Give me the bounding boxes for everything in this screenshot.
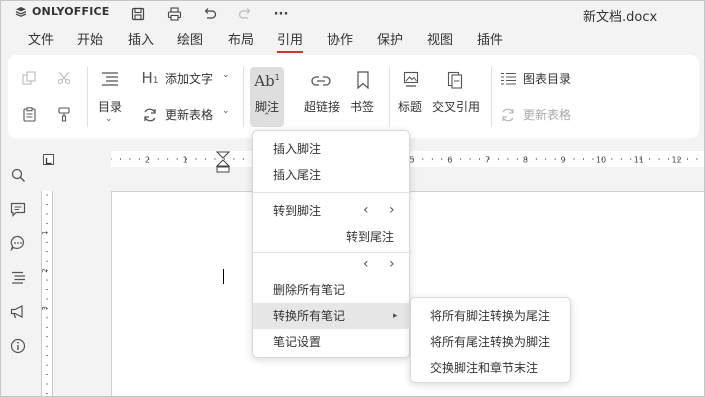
- ruler-tick-label: 10: [596, 156, 606, 165]
- ribbon-separator: [87, 67, 88, 127]
- ruler-tick-label: 12: [672, 156, 682, 165]
- insert-endnote-item[interactable]: 插入尾注: [253, 162, 411, 188]
- update-table-button[interactable]: 更新表格: [165, 106, 213, 123]
- add-text-caret-icon[interactable]: ⌄: [222, 70, 230, 80]
- tab-collaboration[interactable]: 协作: [327, 29, 353, 48]
- table-of-figures-button[interactable]: 图表目录: [523, 70, 571, 87]
- ribbon-separator: [243, 67, 244, 127]
- vertical-ruler[interactable]: 1 2 3: [41, 191, 53, 396]
- goto-endnote-item: 转到尾注: [346, 230, 395, 244]
- ruler-tick-label: 7: [485, 156, 490, 165]
- heading-add-text-icon[interactable]: H1: [140, 69, 160, 87]
- update-table-of-figures-button[interactable]: 更新表格: [523, 106, 571, 123]
- tab-file[interactable]: 文件: [28, 29, 54, 48]
- menu-tabs: 文件 开始 插入 绘图 布局 引用 协作 保护 视图 插件: [1, 27, 704, 53]
- ruler-tick-label: 3: [42, 306, 49, 310]
- next-footnote-icon[interactable]: ›: [389, 202, 395, 218]
- footnote-icon: Ab 1: [254, 72, 280, 90]
- cut-icon[interactable]: [55, 69, 73, 87]
- tab-protection[interactable]: 保护: [377, 29, 403, 48]
- tab-plugins[interactable]: 插件: [477, 29, 503, 48]
- navigation-icon[interactable]: [9, 268, 27, 286]
- title-bar: ONLYOFFICE ··· 新文档.docx: [1, 1, 704, 27]
- ruler-tick-label: 2: [42, 268, 49, 272]
- convert-all-notes-item[interactable]: 转换所有笔记 ▸: [253, 303, 411, 329]
- ribbon-toolbar: 目录 ⌄ H1 添加文字 ⌄ 更新表格 ⌄ Ab 1 脚注 ⌃ 超链接 书签 标…: [8, 55, 699, 138]
- tab-layout[interactable]: 布局: [228, 29, 254, 48]
- convert-footnotes-to-endnotes-item[interactable]: 将所有脚注转换为尾注: [411, 303, 572, 329]
- comment-icon[interactable]: [9, 200, 27, 218]
- next-endnote-icon[interactable]: ›: [389, 256, 395, 272]
- tab-references[interactable]: 引用: [277, 29, 304, 53]
- toc-button[interactable]: 目录: [98, 98, 122, 115]
- ruler-tick-label: 1: [183, 156, 188, 165]
- delete-all-notes-item[interactable]: 删除所有笔记: [253, 277, 411, 303]
- insert-footnote-item[interactable]: 插入脚注: [253, 136, 411, 162]
- toc-icon[interactable]: [98, 69, 122, 91]
- document-title: 新文档.docx: [583, 10, 658, 25]
- tab-view[interactable]: 视图: [427, 29, 453, 48]
- text-cursor: [223, 269, 224, 284]
- paste-icon[interactable]: [20, 105, 38, 123]
- ruler-tick-label: 8: [523, 156, 528, 165]
- caption-button[interactable]: 标题: [398, 98, 422, 115]
- more-icon[interactable]: ···: [271, 4, 291, 24]
- footnote-menu: 插入脚注 插入尾注 转到脚注 ‹ › 转到尾注 ‹ › 删除所有笔记 转换所有笔…: [252, 130, 411, 358]
- app-logo: ONLYOFFICE: [15, 5, 110, 18]
- footnote-caret-icon: ⌃: [263, 112, 271, 122]
- onlyoffice-logo-icon: [15, 6, 27, 17]
- chat-icon[interactable]: [9, 234, 27, 252]
- print-icon[interactable]: [164, 4, 184, 24]
- update-table-caret-icon[interactable]: ⌄: [222, 106, 230, 116]
- undo-icon[interactable]: [199, 4, 219, 24]
- convert-notes-submenu: 将所有脚注转换为尾注 将所有尾注转换为脚注 交换脚注和章节末注: [410, 297, 571, 383]
- tab-insert[interactable]: 插入: [128, 29, 154, 48]
- copy-icon[interactable]: [20, 69, 38, 87]
- previous-footnote-icon[interactable]: ‹: [363, 202, 369, 218]
- refresh-icon[interactable]: [498, 106, 518, 124]
- add-text-button[interactable]: 添加文字: [165, 70, 213, 87]
- ribbon-separator: [389, 67, 390, 127]
- cross-reference-button[interactable]: 交叉引用: [432, 98, 480, 115]
- table-of-figures-icon[interactable]: [498, 69, 518, 87]
- submenu-arrow-icon: ▸: [393, 311, 398, 321]
- app-name: ONLYOFFICE: [32, 5, 110, 18]
- ruler-tick-label: 11: [634, 156, 644, 165]
- feedback-megaphone-icon[interactable]: [9, 303, 27, 321]
- ruler-tick-label: 9: [561, 156, 566, 165]
- menu-separator: [253, 192, 411, 193]
- redo-icon[interactable]: [235, 4, 255, 24]
- ruler-tab-selector[interactable]: [43, 154, 54, 165]
- search-icon[interactable]: [9, 166, 27, 184]
- tab-home[interactable]: 开始: [77, 29, 103, 48]
- convert-endnotes-to-footnotes-item[interactable]: 将所有尾注转换为脚注: [411, 329, 572, 355]
- save-icon[interactable]: [128, 4, 148, 24]
- ruler-tick-label: 1: [42, 231, 49, 235]
- swap-footnotes-endnotes-item[interactable]: 交换脚注和章节末注: [411, 355, 572, 381]
- ruler-tick-label: 2: [145, 156, 150, 165]
- menu-separator: [253, 252, 411, 253]
- vertical-ruler-ticks: 1 2 3: [41, 194, 49, 394]
- cross-reference-icon[interactable]: [445, 69, 465, 91]
- caption-icon[interactable]: [401, 69, 421, 91]
- goto-footnote-item: 转到脚注: [273, 204, 322, 218]
- tab-draw[interactable]: 绘图: [177, 29, 203, 48]
- indent-marker-icon[interactable]: [215, 151, 231, 173]
- refresh-icon[interactable]: [140, 106, 160, 124]
- hyperlink-button[interactable]: 超链接: [304, 98, 340, 115]
- format-painter-icon[interactable]: [55, 105, 73, 123]
- note-settings-item[interactable]: 笔记设置: [253, 329, 411, 355]
- ruler-tick-label: 6: [447, 156, 452, 165]
- left-sidebar: [1, 151, 35, 396]
- app-window: ONLYOFFICE ··· 新文档.docx 文件 开始 插入 绘图 布局 引…: [0, 0, 705, 397]
- hyperlink-icon[interactable]: [310, 71, 332, 91]
- bookmark-icon[interactable]: [353, 69, 373, 91]
- previous-endnote-icon[interactable]: ‹: [363, 256, 369, 272]
- ribbon-separator: [491, 67, 492, 127]
- toc-caret-icon[interactable]: ⌄: [105, 114, 113, 124]
- info-icon[interactable]: [9, 337, 27, 355]
- bookmark-button[interactable]: 书签: [350, 98, 374, 115]
- convert-all-notes-label: 转换所有笔记: [273, 309, 346, 323]
